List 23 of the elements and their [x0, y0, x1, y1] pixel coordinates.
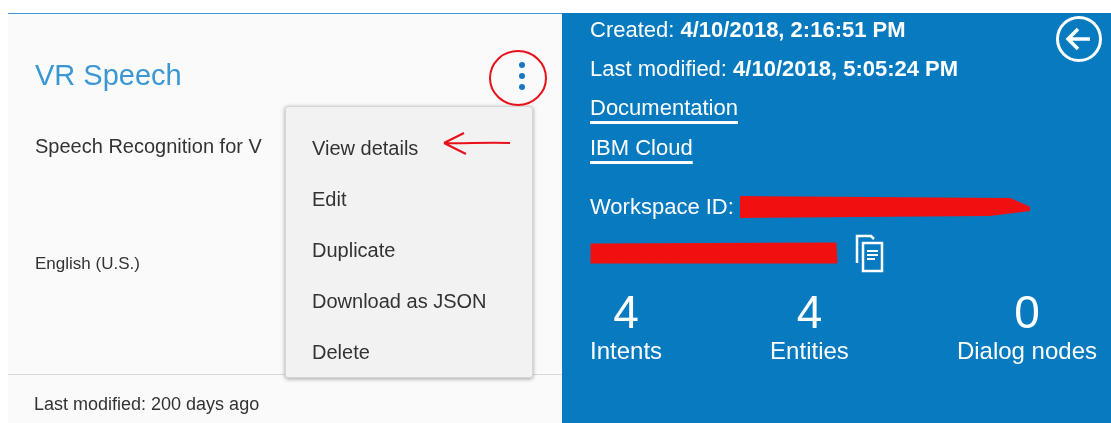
language-label: English (U.S.) — [35, 252, 140, 275]
menu-item[interactable]: Download as JSON — [286, 275, 532, 327]
back-button[interactable] — [1055, 15, 1103, 63]
menu-item[interactable]: Duplicate — [286, 224, 532, 276]
copy-icon[interactable] — [854, 233, 884, 273]
stat-value: 0 — [1014, 287, 1040, 337]
last-modified-text: Last modified: 200 days ago — [34, 393, 260, 416]
stat-label: Entities — [770, 337, 849, 365]
modified-text: Last modified: 4/10/2018, 5:05:24 PM — [590, 55, 959, 83]
workspace-id-label: Workspace ID: — [590, 193, 734, 221]
link[interactable]: Documentation — [590, 88, 738, 128]
card-description: Speech Recognition for V — [35, 133, 262, 159]
annotation-arrow — [442, 130, 512, 156]
stat-label: Dialog nodes — [956, 337, 1097, 365]
kebab-icon — [518, 60, 526, 91]
menu-item[interactable]: Delete — [286, 326, 532, 377]
stat-label: Intents — [590, 337, 663, 365]
menu-item[interactable]: Edit — [286, 173, 532, 225]
created-text: Created: 4/10/2018, 2:16:51 PM — [590, 16, 906, 44]
stat-value: 4 — [796, 287, 823, 337]
stat-value: 4 — [613, 287, 639, 337]
menu-item[interactable]: View details — [286, 123, 532, 174]
link[interactable]: IBM Cloud — [590, 128, 693, 168]
